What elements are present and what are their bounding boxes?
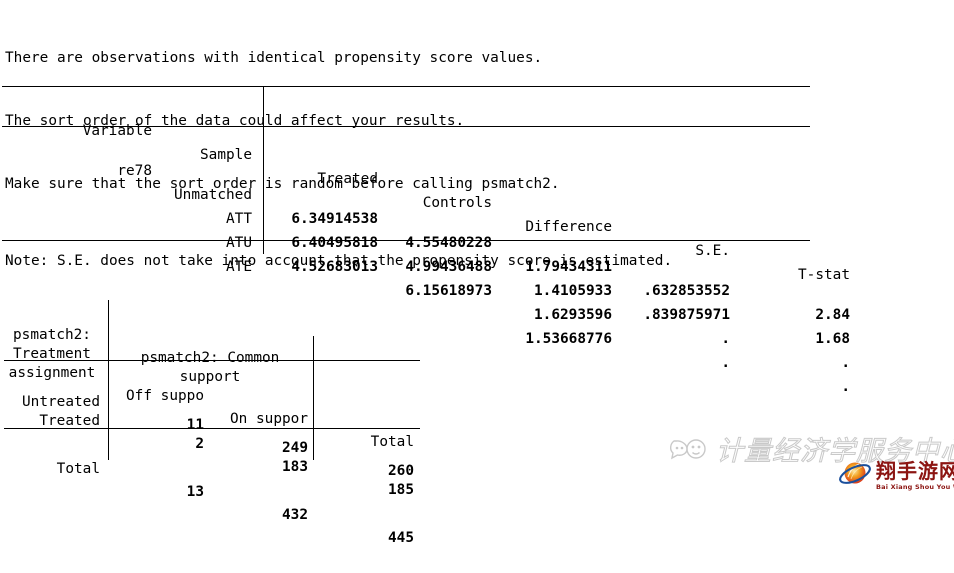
warning-message-line-1: There are observations with identical pr… xyxy=(5,50,543,66)
cell-se: .839875971 xyxy=(643,307,730,323)
cell-total: 185 xyxy=(388,482,414,498)
table-row: ATE 1.53668776 . . xyxy=(0,207,954,395)
row-label: Total xyxy=(56,461,100,477)
crosstab-header-row-3: assignment Off suppo On suppor Total xyxy=(0,339,430,450)
watermark-logo-text-wrap: 翔手游网 Bai Xiang Shou You Wang xyxy=(876,461,954,491)
cell-off-support: 13 xyxy=(186,484,204,500)
cell-difference: 1.53668776 xyxy=(525,331,612,347)
chat-bubble-faces-icon xyxy=(668,435,710,469)
cell-tstat: 1.68 xyxy=(815,331,850,347)
watermark-econometrics-center: 计量经济学服务中心 xyxy=(668,430,954,474)
standard-error-note: Note: S.E. does not take into account th… xyxy=(5,253,673,269)
cell-on-support: 432 xyxy=(282,507,308,523)
watermark-logo-pinyin: Bai Xiang Shou You Wang xyxy=(876,483,954,492)
crosstab-row-treated: Treated 2 183 185 xyxy=(0,387,430,498)
watermark-site-logo: 翔手游网 Bai Xiang Shou You Wang xyxy=(838,455,954,497)
stata-output-screen: There are observations with identical pr… xyxy=(0,0,954,546)
column-header-tstat: T-stat xyxy=(798,267,850,283)
cell-tstat: . xyxy=(841,379,850,395)
cell-controls: 6.15618973 xyxy=(405,283,492,299)
column-header-on-support: On suppor xyxy=(230,411,308,427)
results-table-header-row: Variable Sample Treated Controls Differe… xyxy=(0,95,954,283)
watermark-grey-text: 计量经济学服务中心 xyxy=(716,436,954,467)
table-row: ATT 6.40495818 4.99436488 1.4105933 .839… xyxy=(0,159,954,347)
cell-se: . xyxy=(721,331,730,347)
row-label: Treated xyxy=(39,413,100,429)
table-row: ATU 4.52683013 6.15618973 1.6293596 . . xyxy=(0,183,954,371)
cell-se: .632853552 xyxy=(643,283,730,299)
watermark-logo-text: 翔手游网 xyxy=(876,459,954,484)
cell-difference: 1.4105933 xyxy=(534,283,612,299)
planet-orbit-icon xyxy=(838,458,872,494)
cell-on-support: 183 xyxy=(282,459,308,475)
cell-se: . xyxy=(721,355,730,371)
cell-tstat: . xyxy=(841,355,850,371)
table-rule-top xyxy=(2,86,810,87)
cell-tstat: 2.84 xyxy=(815,307,850,323)
cell-total: 445 xyxy=(388,530,414,546)
crosstab-row-total: Total 13 432 445 xyxy=(0,435,430,546)
table-row: re78 Unmatched 6.34914538 4.55480228 1.7… xyxy=(0,135,954,323)
cell-difference: 1.6293596 xyxy=(534,307,612,323)
